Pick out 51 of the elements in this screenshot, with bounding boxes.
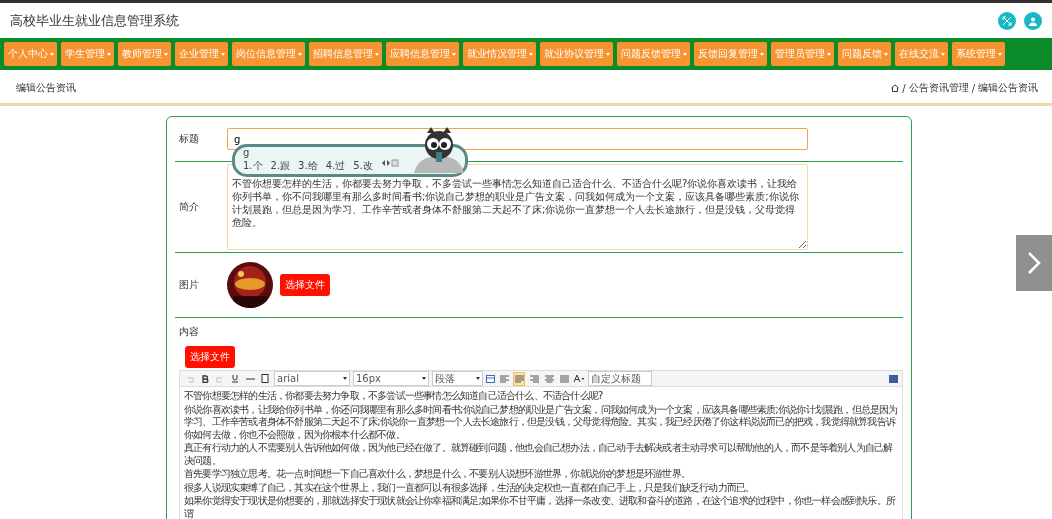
nav-menu-button[interactable]: 管理员管理: [771, 42, 834, 66]
fullscreen-icon[interactable]: [889, 374, 898, 383]
field-label: 内容: [178, 325, 200, 339]
size-select[interactable]: 16px: [353, 371, 429, 386]
choose-file-button[interactable]: 选择文件: [280, 274, 330, 296]
field-label: 标题: [178, 132, 200, 146]
nav-menu-button[interactable]: 企业管理: [175, 42, 228, 66]
font-select[interactable]: arial: [274, 371, 350, 386]
page-title: 编辑公告资讯: [16, 81, 76, 95]
paragraph: 真正有行动力的人不需要别人告诉他如何做，因为他已经在做了。就算碰到问题，他也会自己想办法，自己动手去解决或者主动寻求可以帮助他的人，而不是等着别人为自己解决问题。: [184, 442, 894, 467]
paragraph: 不管你想要怎样的生活，你都要去努力争取，不多尝试一些事情怎么知道自己适合什么、不适合什么呢?: [184, 390, 604, 403]
choose-file-button[interactable]: 选择文件: [185, 346, 235, 368]
nav-menu-button[interactable]: 个人中心: [4, 42, 57, 66]
chevron-right-icon: [1027, 251, 1041, 275]
underline-icon[interactable]: [231, 374, 239, 383]
bold-icon[interactable]: [201, 374, 209, 383]
nav-menu-button[interactable]: 学生管理: [61, 42, 114, 66]
page-arrows-icon[interactable]: [380, 159, 399, 167]
table-icon[interactable]: [486, 374, 495, 383]
nav-menu-button[interactable]: 问题反馈管理: [617, 42, 690, 66]
nav-menu-button[interactable]: 反馈回复管理: [694, 42, 767, 66]
composition-text: g: [243, 147, 251, 159]
nav-menu-button[interactable]: 岗位信息管理: [232, 42, 305, 66]
breadcrumb-separator: /: [902, 82, 906, 94]
block-select[interactable]: 段落: [432, 371, 483, 386]
nav-menu-button[interactable]: 系统管理: [952, 42, 1005, 66]
nav-menu-button[interactable]: 问题反馈: [838, 42, 891, 66]
app-title: 高校毕业生就业信息管理系统: [10, 11, 179, 30]
home-icon[interactable]: [891, 84, 900, 92]
editor-content[interactable]: [179, 387, 903, 519]
heading-select[interactable]: 自定义标题: [588, 371, 652, 386]
nav-menu-button[interactable]: 就业协议管理: [540, 42, 613, 66]
breadcrumb-link[interactable]: 公告资讯管理: [908, 81, 969, 95]
user-icon[interactable]: [1024, 11, 1042, 30]
breadcrumb-separator: /: [971, 82, 975, 94]
field-label: 图片: [178, 278, 200, 292]
document-icon[interactable]: [261, 374, 269, 383]
nav-menu-button[interactable]: 应聘信息管理: [386, 42, 459, 66]
field-label: 简介: [178, 200, 200, 214]
paragraph: 很多人说现实束缚了自己，其实在这个世界上，我们一直都可以有很多选择，生活的决定权也一直都在自己手上，只是我们缺乏行动力而已。: [184, 481, 756, 494]
next-slide-button[interactable]: [1016, 235, 1052, 291]
nav-menu-button[interactable]: 教师管理: [118, 42, 171, 66]
paragraph: 如果你觉得安于现状是你想要的，那就选择安于现状就会让你幸福和满足;如果你不甘平庸，选择一条改变、进取和奋斗的道路，在这个追求的过程中，你也一样会感到快乐。所谓: [184, 495, 897, 519]
nav-menu-button[interactable]: 就业情况管理: [463, 42, 536, 66]
paragraph: 你说你喜欢读书，让我给你列书单，你还问我哪里有那么多时间看书;你说自己梦想的职业是广告文案，问我如何成为一个文案，应该具备哪些素质;你说你计划晨跑，但总是因为学习、工作辛苦或者身体不舒服第二天起不了床;你说你一直梦想一个人去长途旅行，但是没钱，父母觉得危险。其实，我已经厌倦了你这样说说而已的把戏，我觉得就算我告诉你如何去做，你也不会照做，因为你根本什么都不做。: [184, 403, 898, 441]
nav-menu-button[interactable]: 招聘信息管理: [309, 42, 382, 66]
paragraph: 首先要学习独立思考。花一点时间想一下自己喜欢什么，梦想是什么，不要别人说想环游世界，你就说你的梦想是环游世界。: [184, 468, 691, 481]
font-color-icon[interactable]: [573, 374, 585, 383]
align-button[interactable]: [513, 371, 525, 386]
nav-menu-button[interactable]: 在线交流: [895, 42, 948, 66]
expand-icon[interactable]: [998, 11, 1016, 30]
